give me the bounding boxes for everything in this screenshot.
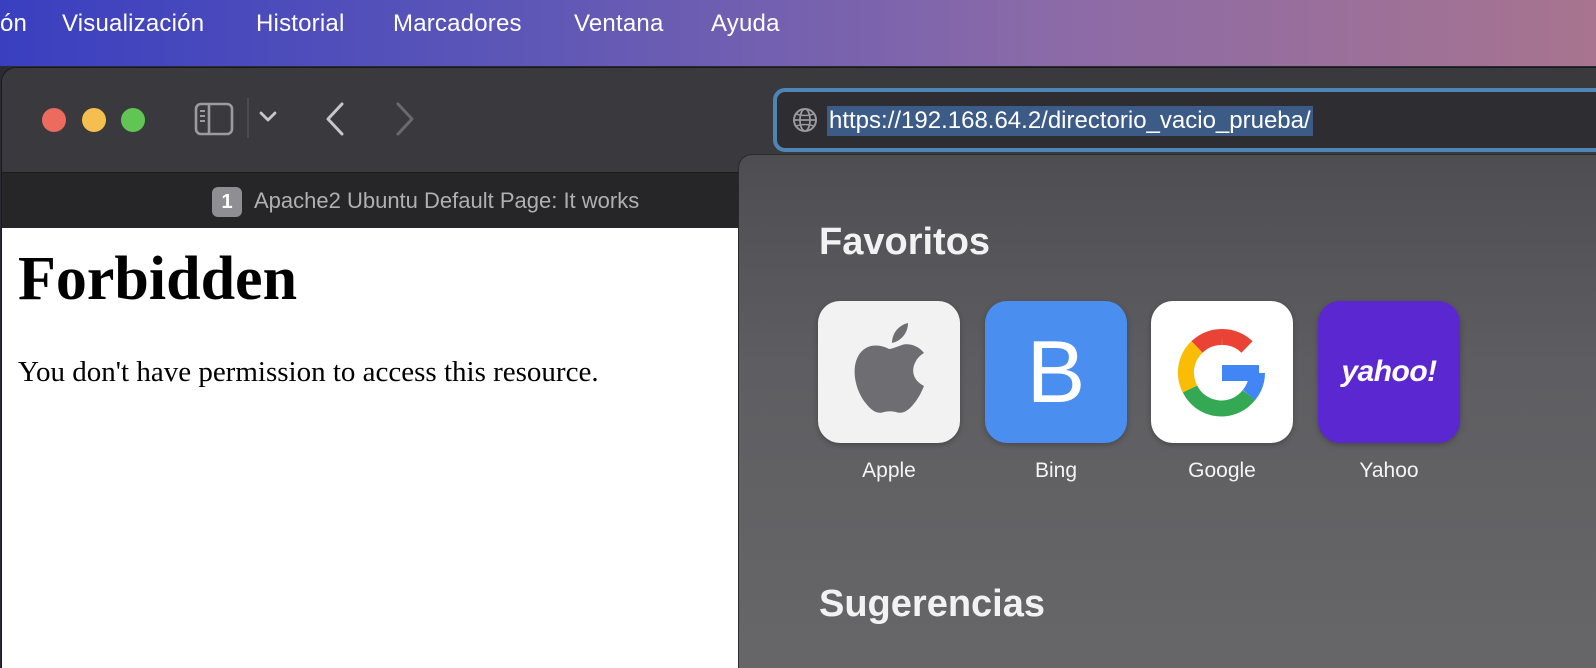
- tab-count-badge[interactable]: 1: [212, 187, 242, 217]
- web-content: Forbidden You don't have permission to a…: [2, 228, 742, 668]
- menu-item-historial[interactable]: Historial: [256, 10, 344, 38]
- favorite-google-label[interactable]: Google: [1151, 459, 1293, 483]
- favorite-bing[interactable]: B: [985, 301, 1127, 443]
- chevron-down-icon[interactable]: [258, 110, 278, 129]
- sidebar-icon[interactable]: [194, 102, 234, 141]
- toolbar-divider: [247, 98, 249, 138]
- bing-letter: B: [1026, 322, 1086, 421]
- favorite-yahoo-label[interactable]: Yahoo: [1318, 459, 1460, 483]
- page-heading: Forbidden: [18, 245, 298, 313]
- suggestions-title: Sugerencias: [819, 583, 1045, 625]
- favorite-apple[interactable]: [818, 301, 960, 443]
- google-logo-icon: [1177, 329, 1265, 417]
- menu-bar: ón Visualización Historial Marcadores Ve…: [0, 0, 1596, 66]
- favorite-bing-label[interactable]: Bing: [985, 459, 1127, 483]
- close-window-button[interactable]: [42, 108, 66, 132]
- browser-window: https://192.168.64.2/directorio_vacio_pr…: [2, 68, 1596, 668]
- back-icon[interactable]: [322, 100, 348, 143]
- menu-item-ayuda[interactable]: Ayuda: [711, 10, 780, 38]
- page-message: You don't have permission to access this…: [18, 356, 599, 388]
- favorites-title: Favoritos: [819, 221, 991, 263]
- favorite-google[interactable]: [1151, 301, 1293, 443]
- tab-title[interactable]: Apache2 Ubuntu Default Page: It works: [254, 188, 639, 214]
- menu-item-partial[interactable]: ón: [0, 10, 27, 38]
- zoom-window-button[interactable]: [121, 108, 145, 132]
- menu-item-ventana[interactable]: Ventana: [574, 10, 664, 38]
- favorite-apple-label[interactable]: Apple: [818, 459, 960, 483]
- favorites-panel: Favoritos Apple B Bing Google yahoo! Yah…: [738, 154, 1596, 668]
- menu-item-visualizacion[interactable]: Visualización: [62, 10, 204, 38]
- address-bar[interactable]: https://192.168.64.2/directorio_vacio_pr…: [773, 88, 1596, 152]
- yahoo-wordmark: yahoo!: [1341, 355, 1437, 388]
- apple-logo-icon: [854, 323, 924, 413]
- forward-icon[interactable]: [392, 100, 418, 143]
- menu-item-marcadores[interactable]: Marcadores: [393, 10, 522, 38]
- favorite-yahoo[interactable]: yahoo!: [1318, 301, 1460, 443]
- url-input[interactable]: https://192.168.64.2/directorio_vacio_pr…: [827, 106, 1313, 136]
- minimize-window-button[interactable]: [82, 108, 106, 132]
- globe-icon: [791, 106, 819, 139]
